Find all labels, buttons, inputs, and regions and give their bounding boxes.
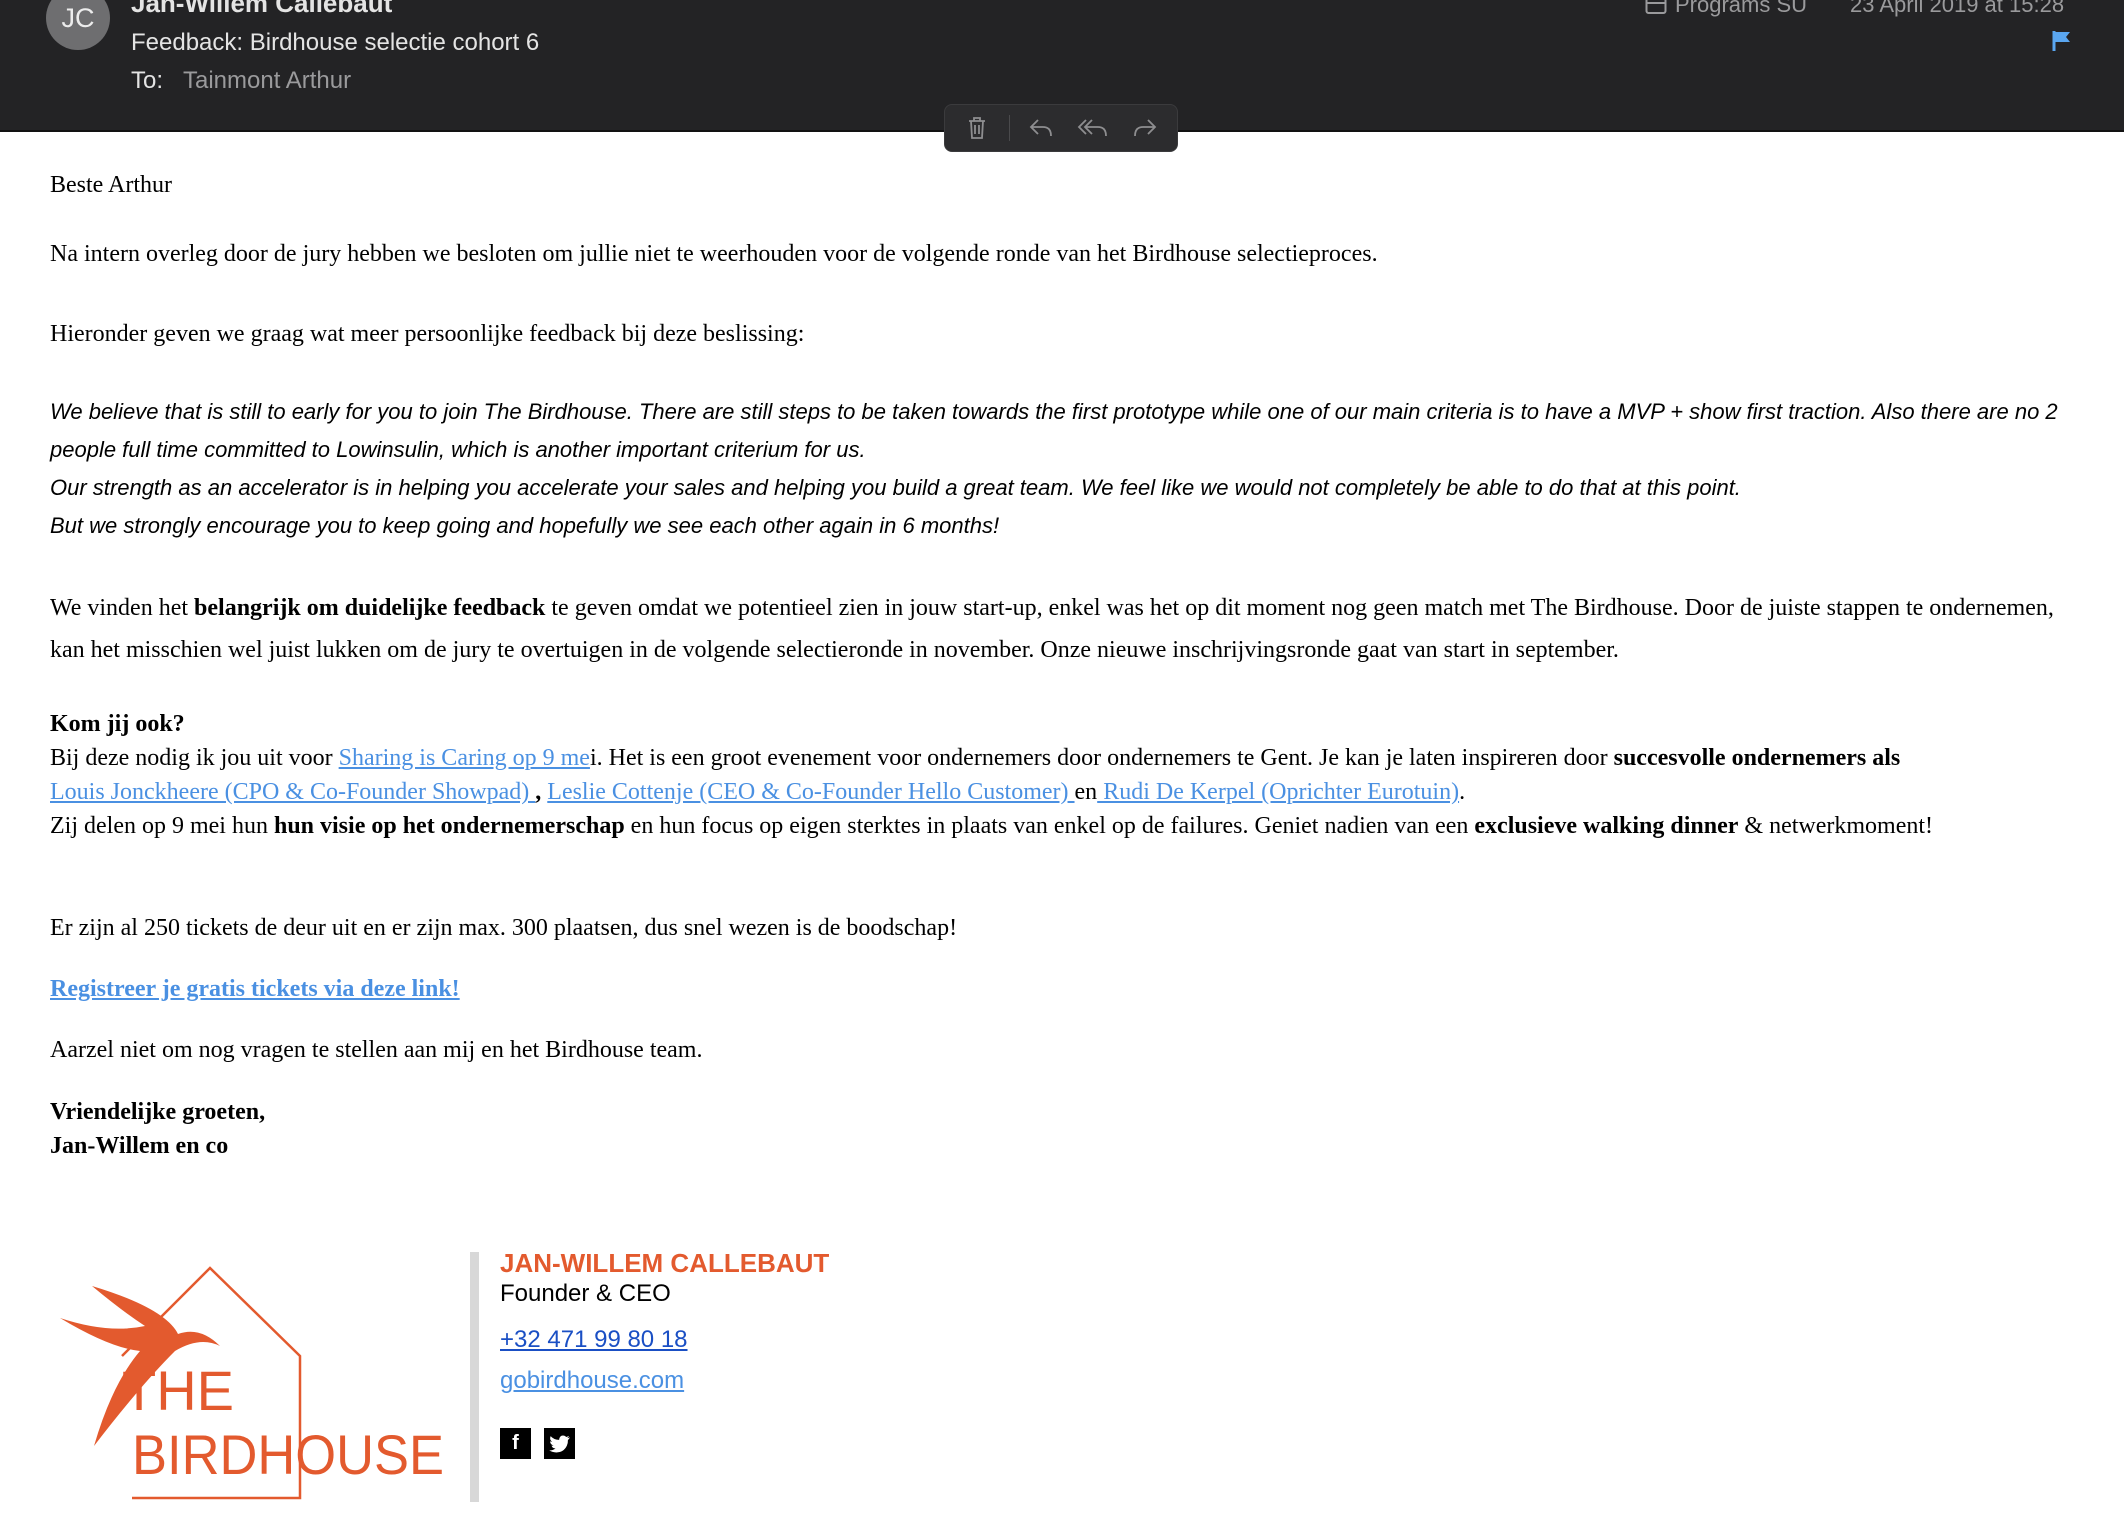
reply-all-button[interactable] xyxy=(1073,110,1113,146)
speaker-link-leslie[interactable]: Leslie Cottenje (CEO & Co-Founder Hello … xyxy=(547,779,1074,805)
reply-button[interactable] xyxy=(1021,110,1061,146)
signature-name: JAN-WILLEM CALLEBAUT xyxy=(500,1248,830,1278)
toolbar-divider xyxy=(1008,115,1010,141)
calendar-box-icon xyxy=(1645,0,1667,14)
trash-icon xyxy=(968,117,985,139)
comma-text: , xyxy=(535,779,548,805)
delete-button[interactable] xyxy=(957,110,997,146)
facebook-icon[interactable]: f xyxy=(500,1428,531,1459)
feedback-line: We believe that is still to early for yo… xyxy=(50,399,2058,462)
decision-paragraph: Na intern overleg door de jury hebben we… xyxy=(50,241,1378,267)
birdhouse-logo: THE BIRDHOUSE xyxy=(60,1266,444,1500)
invite-heading-text: Kom jij ook? xyxy=(50,711,185,737)
signature-website-link[interactable]: gobirdhouse.com xyxy=(500,1367,684,1395)
greeting: Beste Arthur xyxy=(50,172,172,198)
speaker-link-rudi[interactable]: Rudi De Kerpel (Oprichter Eurotuin) xyxy=(1097,779,1459,805)
text-run: Zij delen op 9 mei hun xyxy=(50,813,274,839)
text-run: Bij deze nodig ik jou uit voor xyxy=(50,745,339,771)
text-run: i. Het is een groot evenement voor onder… xyxy=(589,745,1614,771)
emphasis-text: succesvolle ondernemers als xyxy=(1613,745,1901,771)
emphasis-text: hun visie op het ondernemerschap xyxy=(273,813,625,839)
mailbox-label[interactable]: Programs SU xyxy=(1645,0,1807,18)
recipient-name[interactable]: Tainmont Arthur xyxy=(183,67,351,95)
text-run: We vinden het xyxy=(50,595,195,621)
forward-icon xyxy=(1134,119,1157,137)
text-run: . xyxy=(1459,779,1466,805)
questions-paragraph: Aarzel niet om nog vragen te stellen aan… xyxy=(50,1037,703,1063)
mailbox-name: Programs SU xyxy=(1675,0,1808,17)
flag-icon[interactable] xyxy=(2052,30,2072,52)
sharing-is-caring-link[interactable]: Sharing is Caring op 9 me xyxy=(339,745,590,771)
twitter-bird-icon xyxy=(548,1435,570,1452)
signature-divider xyxy=(470,1252,479,1502)
signature-phone-link[interactable]: +32 471 99 80 18 xyxy=(500,1326,688,1354)
message-subject: Feedback: Birdhouse selectie cohort 6 xyxy=(131,29,540,56)
message-toolbar xyxy=(944,104,1178,152)
reply-all-icon xyxy=(1078,119,1108,137)
feedback-reason-paragraph: We vinden het belangrijk om duidelijke f… xyxy=(50,587,2090,671)
feedback-line: Our strength as an accelerator is in hel… xyxy=(50,475,1741,500)
feedback-line: But we strongly encourage you to keep go… xyxy=(50,513,1000,538)
register-paragraph: Registreer je gratis tickets via deze li… xyxy=(50,972,2090,1006)
message-date: 23 April 2019 at 15:28 xyxy=(1850,0,2065,17)
invite-heading: Kom jij ook? xyxy=(50,707,2090,741)
forward-button[interactable] xyxy=(1125,110,1165,146)
tickets-paragraph: Er zijn al 250 tickets de deur uit en er… xyxy=(50,915,958,941)
sender-avatar: JC xyxy=(46,0,110,50)
email-signature: THE BIRDHOUSE JAN-WILLEM CALLEBAUT Found… xyxy=(50,1248,1050,1502)
logo-text-line1: THE xyxy=(122,1359,234,1422)
emphasis-text: belangrijk om duidelijke feedback xyxy=(194,595,546,621)
text-run: en xyxy=(1074,779,1098,805)
feedback-block: We believe that is still to early for yo… xyxy=(50,393,2090,545)
feedback-intro: Hieronder geven we graag wat meer persoo… xyxy=(50,321,805,347)
twitter-icon[interactable] xyxy=(544,1428,575,1459)
invite-paragraph: Bij deze nodig ik jou uit voor Sharing i… xyxy=(50,741,2090,843)
closing-line: Vriendelijke groeten, xyxy=(50,1099,266,1125)
logo-text-line2: BIRDHOUSE xyxy=(132,1423,444,1486)
emphasis-text: exclusieve walking dinner xyxy=(1474,813,1739,839)
reply-icon xyxy=(1030,119,1053,137)
speaker-link-louis[interactable]: Louis Jonckheere (CPO & Co-Founder Showp… xyxy=(50,779,535,805)
signoff-line: Jan-Willem en co xyxy=(50,1133,229,1159)
text-run: & netwerkmoment! xyxy=(1738,813,1934,839)
to-label: To: xyxy=(131,67,164,94)
register-link[interactable]: Registreer je gratis tickets via deze li… xyxy=(50,976,460,1002)
message-body: Beste Arthur Na intern overleg door de j… xyxy=(50,168,2090,1163)
signature-role: Founder & CEO xyxy=(500,1280,671,1307)
sender-name: Jan-Willem Callebaut xyxy=(131,0,393,18)
text-run: en hun focus op eigen sterktes in plaats… xyxy=(624,813,1475,839)
